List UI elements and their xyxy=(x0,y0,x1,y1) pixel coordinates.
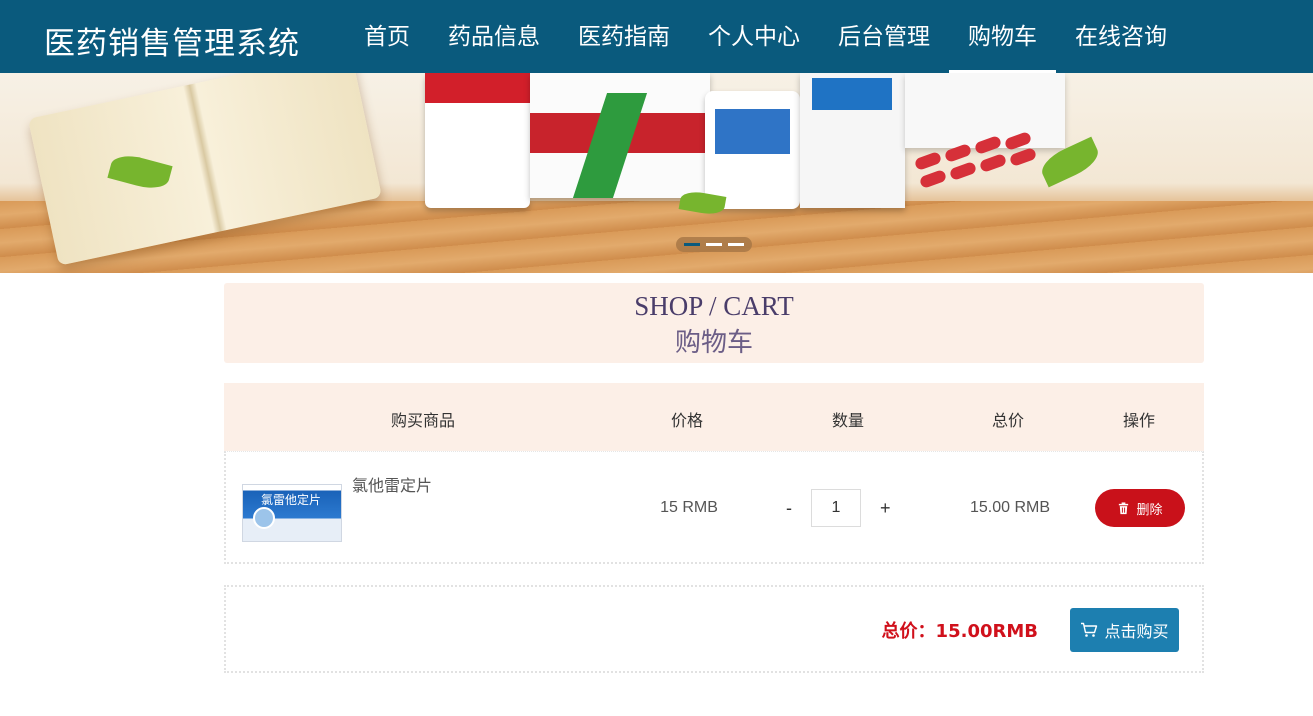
quantity-input[interactable] xyxy=(811,489,861,527)
banner-medicine-box xyxy=(425,73,530,208)
delete-button[interactable]: 删除 xyxy=(1095,489,1185,527)
nav-item-medical-guide[interactable]: 医药指南 xyxy=(559,0,689,73)
nav-item-cart[interactable]: 购物车 xyxy=(949,0,1056,73)
nav-item-personal-center[interactable]: 个人中心 xyxy=(689,0,819,73)
quantity-increase-button[interactable]: + xyxy=(880,498,891,519)
product-thumbnail-label: 氯雷他定片 xyxy=(261,493,322,507)
top-navbar: 医药销售管理系统 首页 药品信息 医药指南 个人中心 后台管理 购物车 在线咨询 xyxy=(0,0,1313,73)
nav-item-consult[interactable]: 在线咨询 xyxy=(1056,0,1186,73)
hero-banner xyxy=(0,73,1313,273)
page-title-en: SHOP / CART xyxy=(634,291,794,321)
table-row: 氯雷他定片 氯他雷定片 15 RMB - + 15.00 RMB 删除 xyxy=(224,451,1204,564)
product-thumbnail-graphic xyxy=(253,507,275,529)
product-price: 15 RMB xyxy=(660,499,718,516)
page-title-cn: 购物车 xyxy=(674,328,753,358)
checkout-button[interactable]: 点击购买 xyxy=(1070,608,1179,652)
carousel-dot[interactable] xyxy=(706,243,722,246)
carousel-dot[interactable] xyxy=(684,243,700,246)
nav-item-drug-info[interactable]: 药品信息 xyxy=(429,0,559,73)
carousel-indicators xyxy=(676,237,752,252)
cart-title-box: SHOP / CART 购物车 xyxy=(224,283,1204,363)
cart-table-header: 购买商品 价格 数量 总价 操作 xyxy=(224,383,1204,451)
nav-item-admin[interactable]: 后台管理 xyxy=(819,0,949,73)
delete-button-label: 删除 xyxy=(1136,501,1163,517)
trash-icon xyxy=(1119,501,1129,514)
column-header-quantity: 数量 xyxy=(831,413,865,430)
product-thumbnail[interactable]: 氯雷他定片 xyxy=(242,484,342,542)
carousel-dot[interactable] xyxy=(728,243,744,246)
column-header-subtotal: 总价 xyxy=(991,413,1025,430)
banner-medicine-bottle xyxy=(705,91,800,209)
column-header-product: 购买商品 xyxy=(390,413,456,430)
cart-summary: 总价：15.00RMB 点击购买 xyxy=(224,585,1204,673)
banner-pill-blister xyxy=(905,130,1050,195)
cart-icon xyxy=(1081,622,1098,637)
site-logo[interactable]: 医药销售管理系统 xyxy=(44,18,300,63)
column-header-action: 操作 xyxy=(1122,413,1156,430)
quantity-decrease-button[interactable]: - xyxy=(786,498,792,519)
cart-total: 总价：15.00RMB xyxy=(881,621,1038,642)
banner-medicine-box xyxy=(800,73,905,208)
nav-item-home[interactable]: 首页 xyxy=(345,0,429,73)
product-subtotal: 15.00 RMB xyxy=(969,499,1051,516)
banner-medicine-box xyxy=(530,73,710,198)
column-header-price: 价格 xyxy=(670,413,704,430)
product-name[interactable]: 氯他雷定片 xyxy=(352,472,432,496)
checkout-button-label: 点击购买 xyxy=(1104,622,1169,641)
main-nav: 首页 药品信息 医药指南 个人中心 后台管理 购物车 在线咨询 xyxy=(345,0,1186,73)
